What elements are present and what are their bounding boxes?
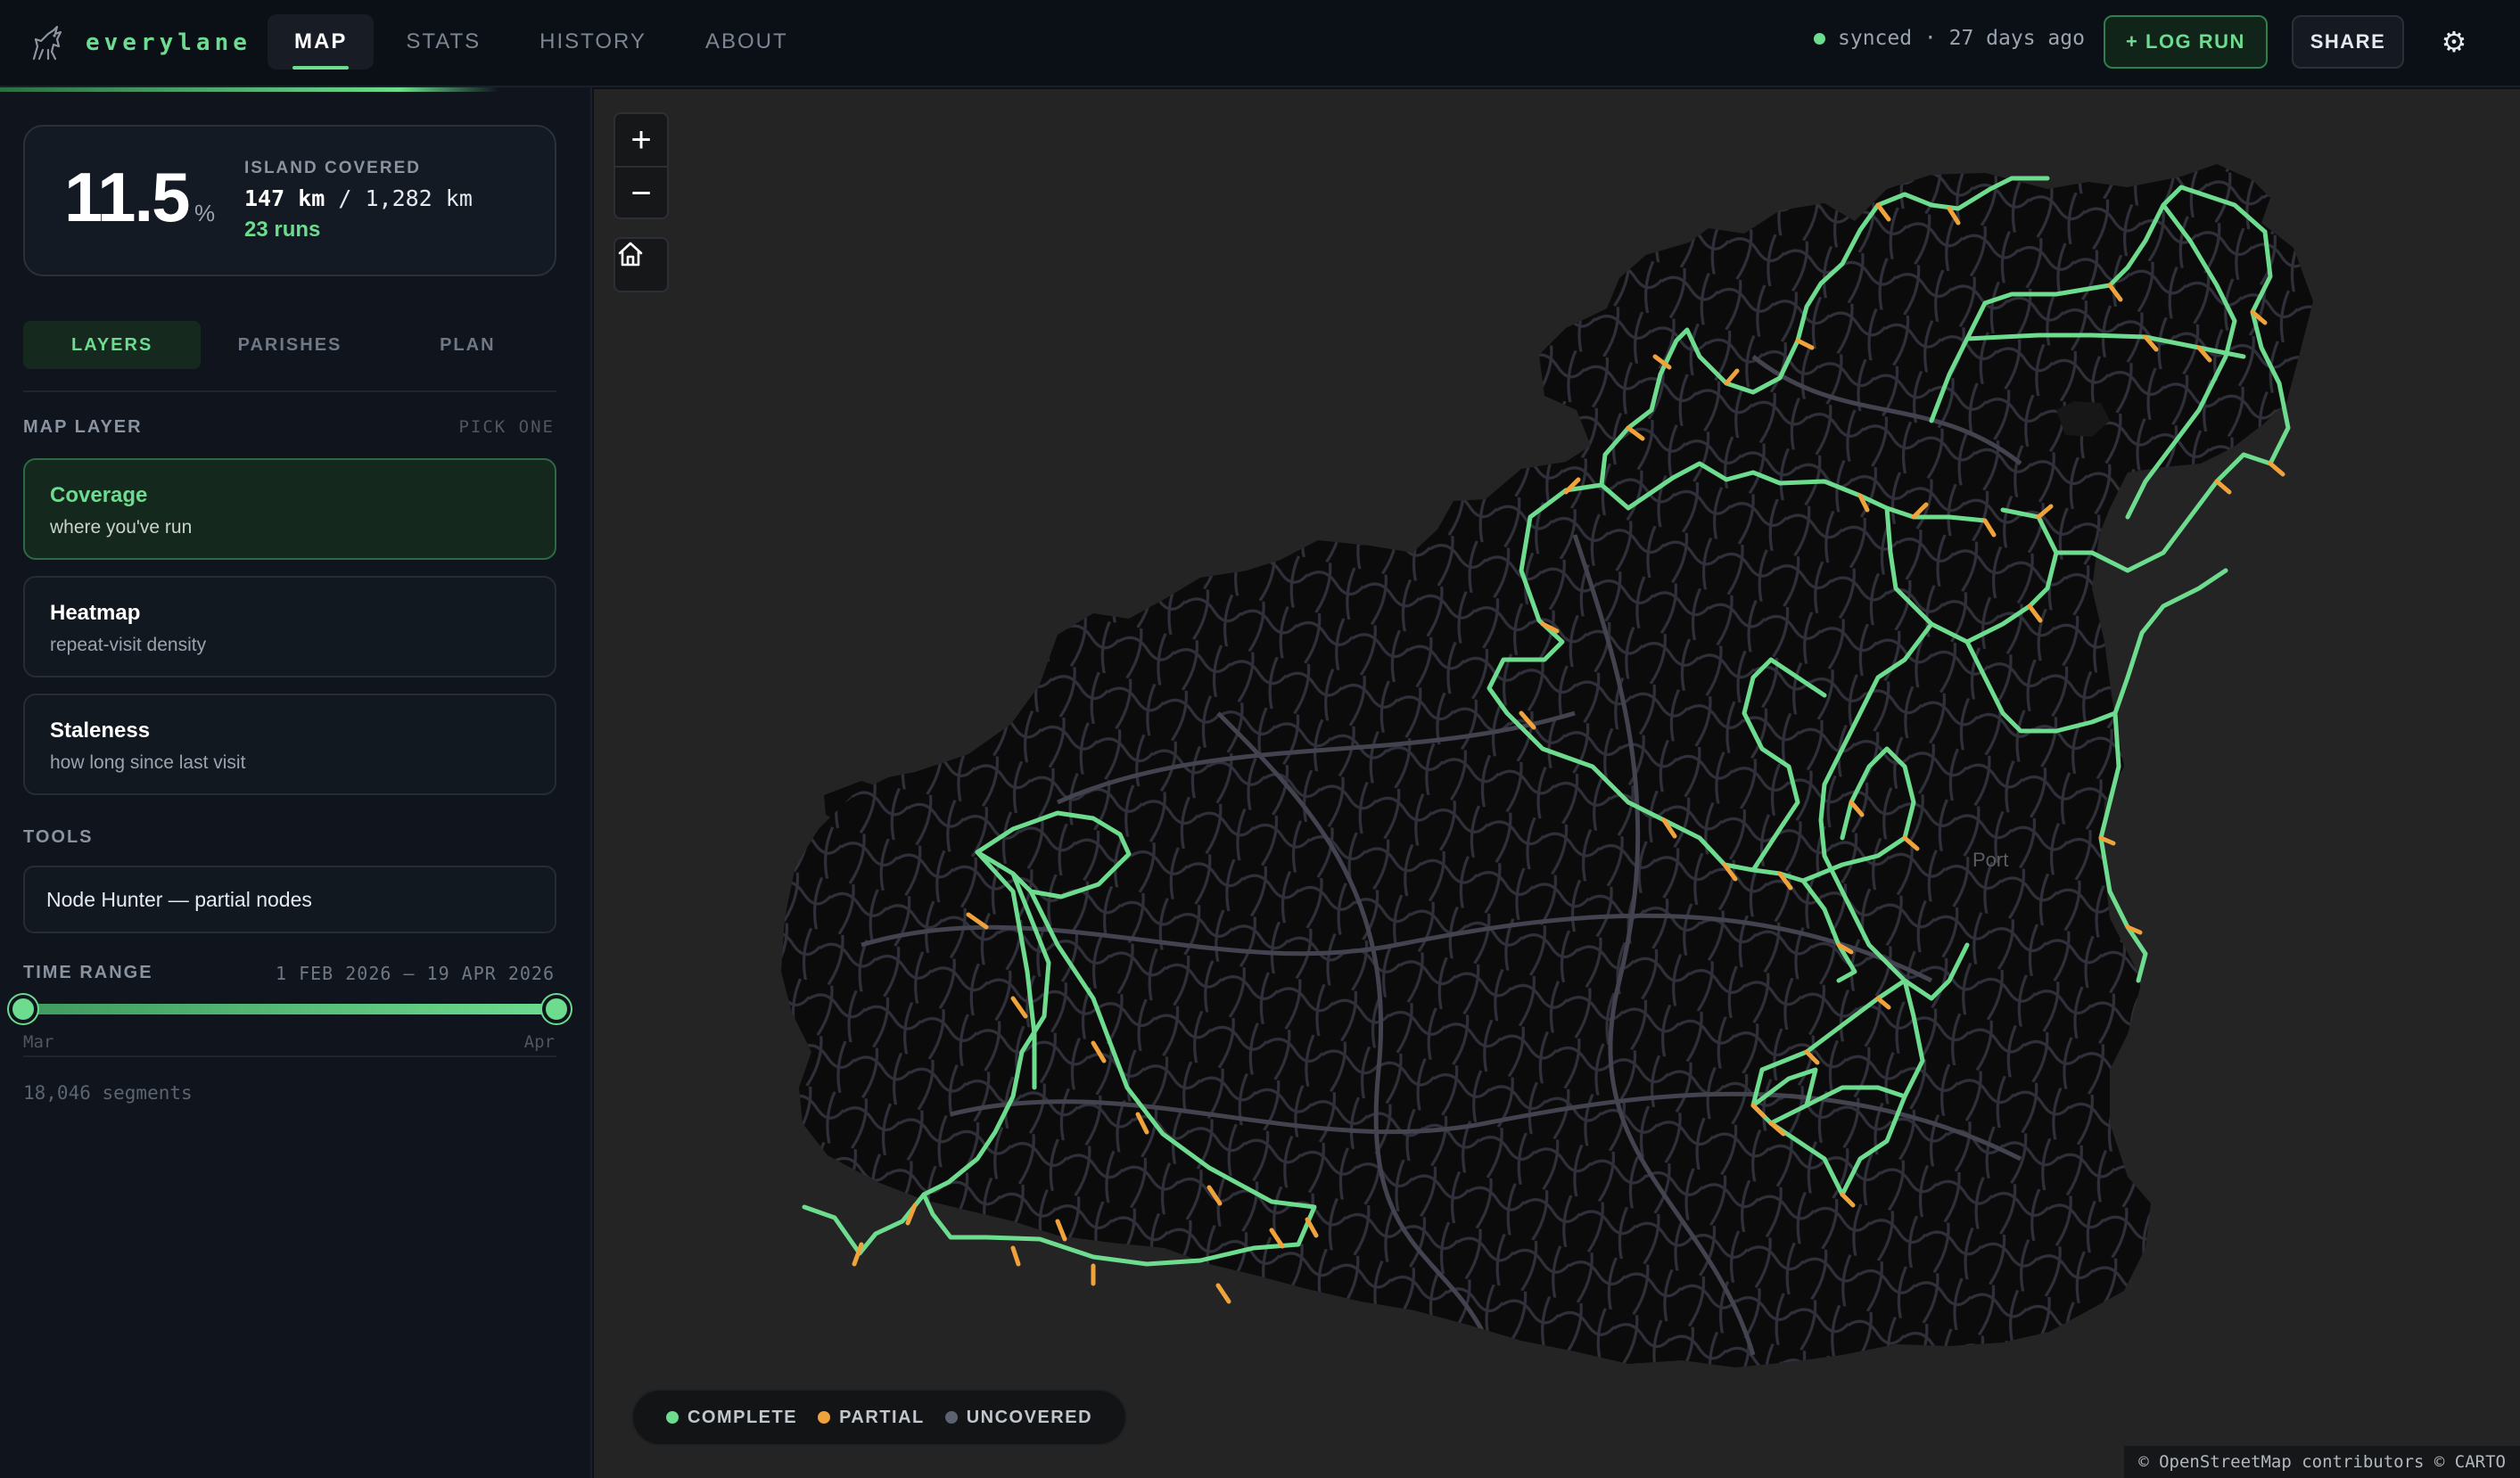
coverage-runs: 23 runs [244,218,321,242]
time-range-end-handle[interactable] [542,995,571,1023]
top-bar: everylane MAP STATS HISTORY ABOUT synced… [0,0,2520,87]
legend-label: COMPLETE [687,1407,798,1427]
legend-label: UNCOVERED [966,1407,1093,1427]
tab-plan[interactable]: PLAN [379,321,556,369]
place-label: Port [1972,849,2009,871]
tools-label: TOOLS [23,827,94,847]
zoom-in-button[interactable]: + [615,114,667,166]
tab-stats[interactable]: STATS [379,14,507,70]
sidebar: 11.5 % ISLAND COVERED 147 km / 1,282 km … [0,87,592,1478]
segment-count: 18,046 segments [23,1082,193,1104]
layer-option-heatmap[interactable]: Heatmap repeat-visit density [23,576,556,677]
divider [23,1055,556,1057]
time-range-start-handle[interactable] [9,995,37,1023]
map-canvas[interactable]: Port + − COMPLETE PARTIAL UNCOVERED © Op… [594,89,2520,1478]
zoom-control: + − [614,112,669,219]
tool-node-hunter[interactable]: Node Hunter — partial nodes [23,866,556,933]
time-range-label: TIME RANGE [23,963,153,982]
layer-desc: repeat-visit density [50,635,207,655]
sidebar-tabs: LAYERS PARISHES PLAN [23,321,556,369]
layer-title: Coverage [50,483,148,507]
tab-layers[interactable]: LAYERS [23,321,202,369]
map-svg[interactable] [594,89,2520,1478]
sync-status-text: synced · 27 days ago [1838,27,2085,50]
sync-indicator-dot [1814,32,1825,45]
main-nav: MAP STATS HISTORY ABOUT [268,14,815,70]
legend-item-complete: COMPLETE [665,1407,798,1428]
layer-option-coverage[interactable]: Coverage where you've run [23,458,556,560]
map-attribution[interactable]: © OpenStreetMap contributors © CARTO [2124,1446,2520,1478]
layer-desc: how long since last visit [50,752,246,773]
legend-dot-uncovered [944,1411,958,1424]
map-layer-label: MAP LAYER [23,417,143,437]
legend-item-partial: PARTIAL [818,1408,925,1428]
map-layer-hint: PICK ONE [458,417,555,437]
log-run-button[interactable]: + LOG RUN [2104,15,2268,69]
coverage-km-total: / 1,282 km [338,185,473,211]
uncovered-roads [781,164,2313,1367]
coverage-km-done: 147 km [244,185,325,211]
layer-title: Heatmap [50,601,141,625]
legend-dot-complete [665,1411,679,1424]
legend-dot-partial [818,1411,831,1424]
goat-icon [32,25,62,61]
map-legend: COMPLETE PARTIAL UNCOVERED [631,1389,1127,1446]
home-button[interactable] [614,237,669,292]
time-range-tick-end: Apr [523,1032,555,1052]
coverage-distance: 147 km / 1,282 km [244,185,473,211]
sidebar-progress-glow [0,87,499,92]
time-range-fill [23,1004,556,1014]
share-button[interactable]: SHARE [2292,15,2404,69]
zoom-out-button[interactable]: − [615,168,667,219]
sync-status: synced · 27 days ago [1814,27,2085,50]
home-icon [618,242,643,267]
coverage-percent-sign: % [194,200,216,226]
coverage-label: ISLAND COVERED [244,159,421,177]
tab-about[interactable]: ABOUT [679,14,815,70]
time-range-track[interactable] [23,1004,556,1014]
time-range-tick-start: Mar [23,1032,54,1052]
tab-history[interactable]: HISTORY [513,14,673,70]
time-range-dates: 1 FEB 2026 — 19 APR 2026 [276,963,555,984]
coverage-summary-card: 11.5 % ISLAND COVERED 147 km / 1,282 km … [23,125,556,276]
legend-label: PARTIAL [839,1407,925,1427]
gear-icon[interactable]: ⚙ [2436,24,2472,60]
tab-map[interactable]: MAP [268,14,375,70]
layer-title: Staleness [50,718,151,743]
legend-item-uncovered: UNCOVERED [944,1407,1093,1428]
brand[interactable]: everylane [29,23,251,62]
brand-name: everylane [86,29,251,56]
layer-desc: where you've run [50,517,193,538]
tab-parishes[interactable]: PARISHES [201,321,378,369]
layer-option-staleness[interactable]: Staleness how long since last visit [23,694,556,795]
divider [23,390,556,392]
coverage-percent: 11.5 [64,158,191,236]
